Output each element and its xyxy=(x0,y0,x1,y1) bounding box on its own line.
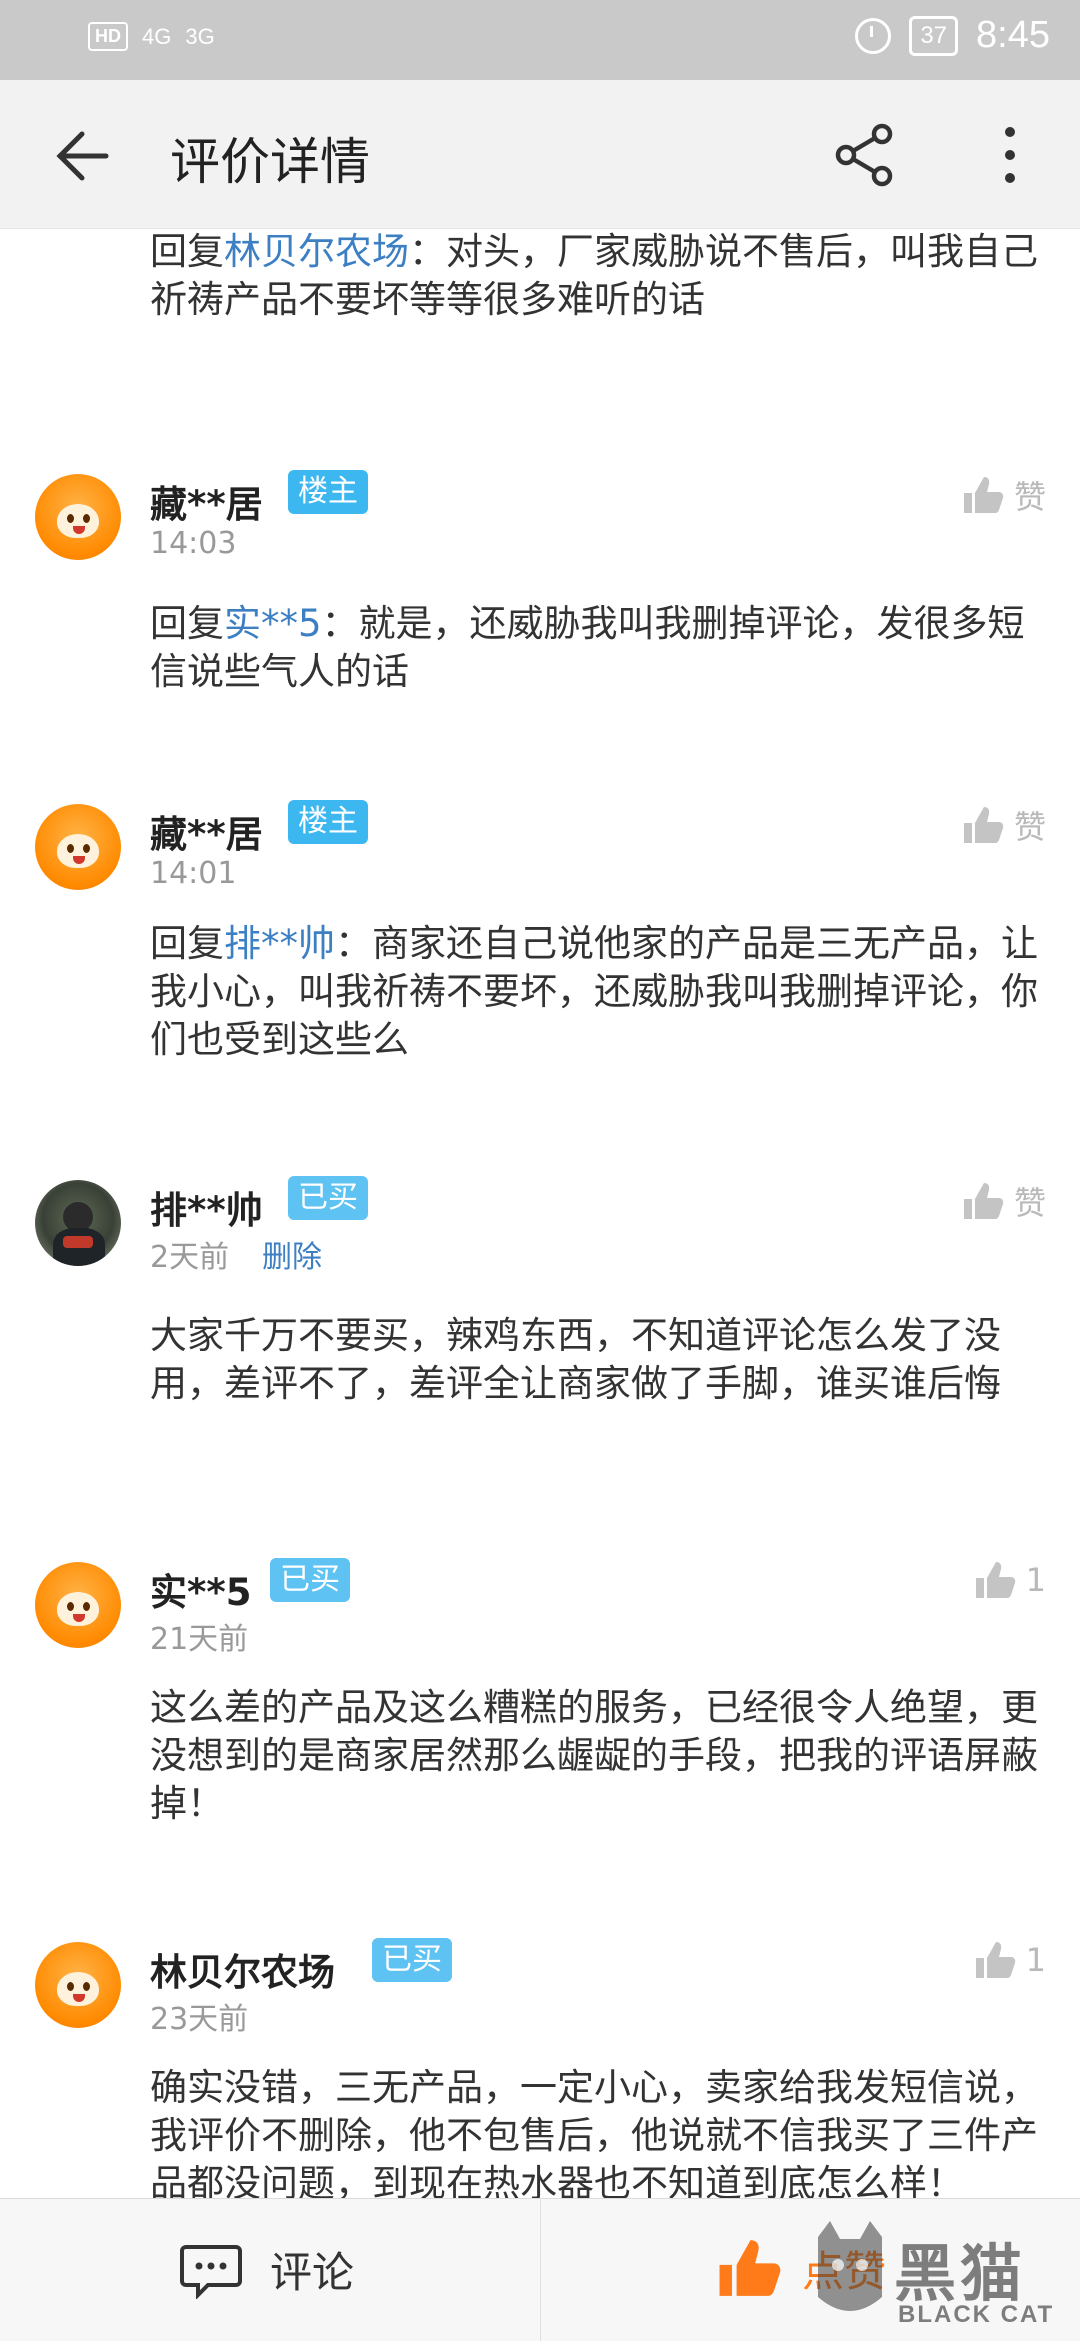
status-left-icons: HD 4G 3G xyxy=(88,22,215,51)
list-item: 藏**居 楼主 14:01 赞 回复排**帅：商家还自己说他家的产品是三无产品，… xyxy=(0,748,1080,1108)
like-button[interactable]: 1 xyxy=(974,1560,1046,1600)
comment-label: 评论 xyxy=(270,2248,355,2297)
thumbs-up-icon xyxy=(975,1942,1015,1978)
username[interactable]: 藏**居 xyxy=(150,804,263,858)
watermark-en: BLACK CAT xyxy=(898,2301,1055,2328)
alarm-icon xyxy=(855,17,892,54)
arrow-left-icon xyxy=(56,131,109,181)
owner-badge: 楼主 xyxy=(288,800,368,844)
comment-text: 回复排**帅：商家还自己说他家的产品是三无产品，让我小心，叫我祈祷不要坏，还威胁… xyxy=(150,920,1040,1064)
comment-time: 2天前 xyxy=(150,1240,230,1275)
reply-prefix: 回复 xyxy=(150,230,224,273)
app-bar: 评价详情 xyxy=(0,80,1080,229)
comment-list[interactable]: 回复林贝尔农场：对头，厂家威胁说不售后，叫我自己祈祷产品不要坏等等很多难听的话 … xyxy=(0,228,1080,2198)
avatar[interactable] xyxy=(35,474,121,560)
comment-time: 14:03 xyxy=(150,526,237,561)
comment-text: 确实没错，三无产品，一定小心，卖家给我发短信说，我评价不删除，他不包售后，他说就… xyxy=(150,2066,1038,2198)
thumbs-up-filled-icon xyxy=(719,2240,781,2296)
username[interactable]: 排**帅 xyxy=(150,1180,263,1234)
thumbs-up-icon xyxy=(963,807,1004,843)
like-button[interactable]: 赞 xyxy=(962,802,1046,848)
list-item: 实**5 已买 21天前 1 这么差的产品及这么糟糕的服务，已经很令人绝望，更没… xyxy=(0,1506,1080,1866)
like-label: 赞 xyxy=(1013,478,1046,516)
like-button[interactable]: 赞 xyxy=(962,472,1046,518)
thumbs-up-icon xyxy=(975,1562,1015,1598)
comment-time: 23天前 xyxy=(150,2002,249,2037)
purchased-badge: 已买 xyxy=(288,1176,368,1220)
list-item: 排**帅 已买 2天前 删除 赞 大家千万不要买，辣鸡东西，不知道评论怎么发了没… xyxy=(0,1124,1080,1484)
like-count: 1 xyxy=(1025,1941,1046,1979)
list-item: 林贝尔农场 已买 23天前 1 确实没错，三无产品，一定小心，卖家给我发短信说，… xyxy=(0,1886,1080,2198)
purchased-badge: 已买 xyxy=(372,1938,452,1982)
like-button[interactable]: 赞 xyxy=(962,1178,1046,1224)
bar-divider xyxy=(540,2199,541,2341)
black-cat-watermark: 黑猫 BLACK CAT xyxy=(810,2217,1060,2337)
bottom-action-bar: 评论 点赞 黑猫 BLACK CAT xyxy=(0,2198,1080,2341)
reply-target-link[interactable]: 排**帅 xyxy=(224,922,335,965)
comment-button[interactable]: 评论 xyxy=(180,2239,354,2300)
comment-time: 14:01 xyxy=(150,856,237,891)
chat-bubble-icon xyxy=(180,2244,242,2299)
comment-text: 大家千万不要买，辣鸡东西，不知道评论怎么发了没用，差评不了，差评全让商家做了手脚… xyxy=(150,1314,1001,1405)
cat-logo-icon xyxy=(818,2221,882,2311)
avatar[interactable] xyxy=(35,1562,121,1648)
comment-text: 这么差的产品及这么糟糕的服务，已经很令人绝望，更没想到的是商家居然那么龌龊的手段… xyxy=(150,1686,1038,1825)
comment-text: 回复实**5：就是，还威胁我叫我删掉评论，发很多短信说些气人的话 xyxy=(150,600,1040,696)
username[interactable]: 实**5 xyxy=(150,1562,251,1616)
comment-time: 21天前 xyxy=(150,1622,249,1657)
delete-link[interactable]: 删除 xyxy=(262,1232,322,1276)
thumbs-up-icon xyxy=(963,477,1004,513)
avatar[interactable] xyxy=(35,1180,121,1266)
status-bar: HD 4G 3G 37 8:45 xyxy=(0,0,1080,80)
signal-4g-icon: 4G xyxy=(142,23,172,49)
page-title: 评价详情 xyxy=(170,133,370,191)
status-time: 8:45 xyxy=(976,14,1050,56)
watermark-cn: 黑猫 xyxy=(894,2237,1027,2310)
avatar[interactable] xyxy=(35,804,121,890)
like-count: 1 xyxy=(1025,1561,1046,1599)
like-label: 赞 xyxy=(1013,1184,1046,1222)
reply-target-link[interactable]: 林贝尔农场 xyxy=(224,230,409,273)
username[interactable]: 林贝尔农场 xyxy=(150,1942,335,1996)
share-icon xyxy=(835,123,893,187)
hd-icon: HD xyxy=(88,22,128,51)
list-item: 藏**居 楼主 14:03 赞 回复实**5：就是，还威胁我叫我删掉评论，发很多… xyxy=(0,418,1080,718)
reply-target-link[interactable]: 实**5 xyxy=(224,602,322,645)
more-vertical-icon xyxy=(1005,127,1015,183)
more-options-button[interactable] xyxy=(990,120,1030,190)
battery-indicator: 37 xyxy=(909,15,959,56)
avatar[interactable] xyxy=(35,1942,121,2028)
username[interactable]: 藏**居 xyxy=(150,474,263,528)
thumbs-up-icon xyxy=(963,1183,1004,1219)
share-button[interactable] xyxy=(830,120,900,190)
status-right: 37 8:45 xyxy=(855,14,1050,57)
reply-prefix: 回复 xyxy=(150,922,224,965)
top-reply-text: 回复林贝尔农场：对头，厂家威胁说不售后，叫我自己祈祷产品不要坏等等很多难听的话 xyxy=(150,228,1040,324)
like-button[interactable]: 1 xyxy=(974,1940,1046,1980)
purchased-badge: 已买 xyxy=(270,1558,350,1602)
like-label: 赞 xyxy=(1013,808,1046,846)
signal-3g-icon: 3G xyxy=(185,23,215,49)
reply-prefix: 回复 xyxy=(150,602,224,645)
owner-badge: 楼主 xyxy=(288,470,368,514)
back-button[interactable] xyxy=(52,128,112,184)
